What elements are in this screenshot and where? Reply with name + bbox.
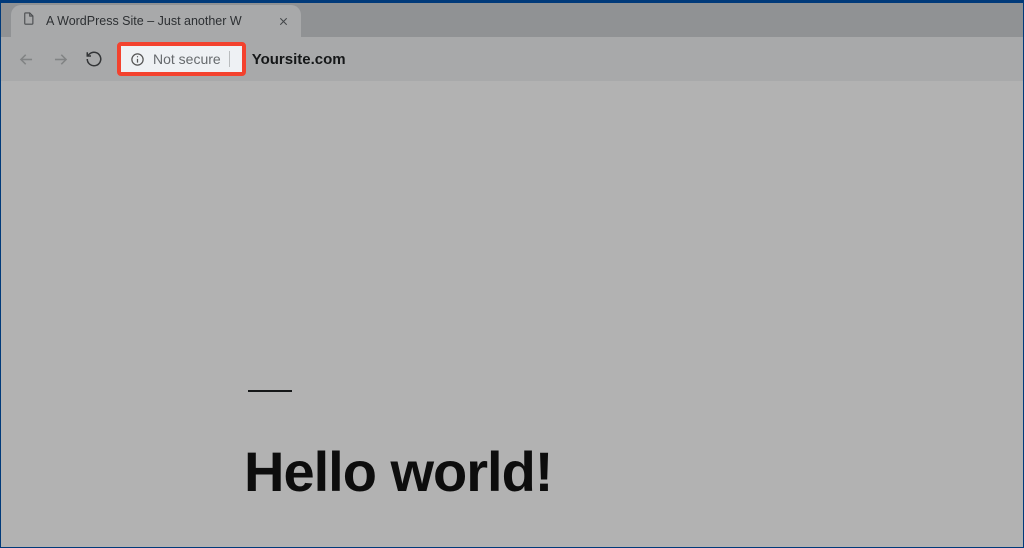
browser-toolbar: Not secure Yoursite.com: [1, 37, 1023, 81]
address-bar[interactable]: Not secure Yoursite.com: [117, 42, 346, 76]
close-icon[interactable]: [275, 13, 291, 29]
security-label: Not secure: [153, 51, 221, 67]
forward-button[interactable]: [43, 42, 77, 76]
heading-rule: [248, 390, 292, 392]
reload-button[interactable]: [77, 42, 111, 76]
file-icon: [21, 11, 36, 31]
back-button[interactable]: [9, 42, 43, 76]
browser-tab[interactable]: A WordPress Site – Just another W: [11, 5, 301, 37]
tab-title: A WordPress Site – Just another W: [46, 14, 265, 28]
page-heading: Hello world!: [244, 439, 552, 504]
address-url: Yoursite.com: [252, 51, 346, 68]
tab-strip: A WordPress Site – Just another W: [1, 3, 1023, 37]
page-content: Hello world!: [1, 81, 1023, 547]
info-icon: [129, 51, 145, 67]
security-divider: [229, 51, 230, 67]
security-indicator[interactable]: Not secure: [117, 42, 246, 76]
